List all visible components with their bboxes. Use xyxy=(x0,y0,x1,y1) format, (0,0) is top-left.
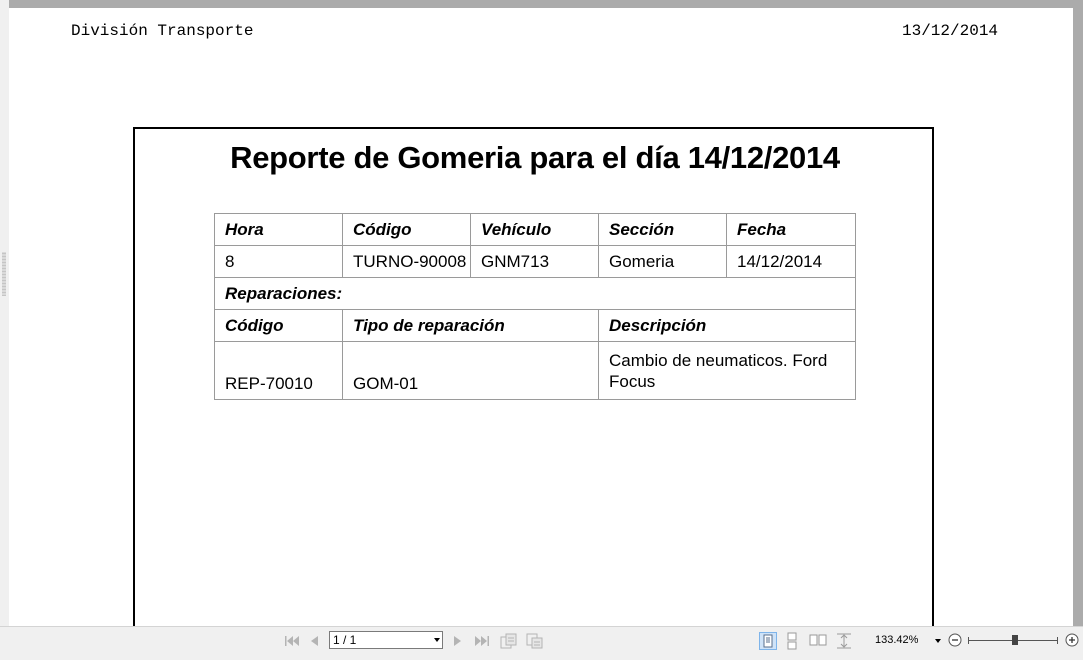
header-fecha: Fecha xyxy=(726,213,856,246)
print-icon[interactable] xyxy=(526,633,543,649)
zoom-slider-thumb[interactable] xyxy=(1012,635,1018,645)
splitter-grip-icon[interactable] xyxy=(2,252,6,296)
repair-header-tipo: Tipo de reparación xyxy=(342,309,599,342)
left-splitter[interactable] xyxy=(0,0,9,626)
continuous-icon[interactable] xyxy=(784,632,802,650)
first-page-icon[interactable] xyxy=(284,634,300,650)
chevron-down-icon xyxy=(434,638,440,642)
zoom-dropdown-icon[interactable] xyxy=(935,639,941,643)
repair-cell-codigo: REP-70010 xyxy=(214,341,343,400)
fit-icon[interactable] xyxy=(835,632,853,650)
repair-header-descripcion: Descripción xyxy=(598,309,856,342)
repair-header-row: Código Tipo de reparación Descripción xyxy=(214,309,856,342)
cell-seccion: Gomeria xyxy=(598,245,727,278)
table-row: 8 TURNO-90008 GNM713 Gomeria 14/12/2014 xyxy=(214,245,856,278)
zoom-out-icon[interactable] xyxy=(948,633,962,647)
section-reparaciones: Reparaciones: xyxy=(214,277,856,310)
table-header-row: Hora Código Vehículo Sección Fecha xyxy=(214,213,856,246)
report-title: Reporte de Gomeria para el día 14/12/201… xyxy=(230,140,840,175)
zoom-slider-tick xyxy=(968,637,969,644)
repair-cell-tipo: GOM-01 xyxy=(342,341,599,400)
zoom-in-icon[interactable] xyxy=(1065,633,1079,647)
page-selector-value: 1 / 1 xyxy=(333,633,357,647)
zoom-level[interactable]: 133.42% xyxy=(875,634,918,646)
page-header-division: División Transporte xyxy=(71,22,254,40)
header-hora: Hora xyxy=(214,213,343,246)
cell-hora: 8 xyxy=(214,245,343,278)
zoom-slider-tick xyxy=(1057,637,1058,644)
header-codigo: Código xyxy=(342,213,471,246)
header-seccion: Sección xyxy=(598,213,727,246)
report-table: Hora Código Vehículo Sección Fecha 8 TUR… xyxy=(214,213,856,400)
repair-cell-descripcion: Cambio de neumaticos. Ford Focus xyxy=(598,341,856,400)
next-page-icon[interactable] xyxy=(452,634,468,650)
page-header-date: 13/12/2014 xyxy=(902,22,999,40)
page-selector[interactable]: 1 / 1 xyxy=(329,631,443,649)
repair-header-codigo: Código xyxy=(214,309,343,342)
last-page-icon[interactable] xyxy=(474,634,490,650)
section-row: Reparaciones: xyxy=(214,277,856,310)
repair-row: REP-70010 GOM-01 Cambio de neumaticos. F… xyxy=(214,341,856,400)
header-vehiculo: Vehículo xyxy=(470,213,599,246)
two-pages-icon[interactable] xyxy=(809,632,827,650)
cell-vehiculo: GNM713 xyxy=(470,245,599,278)
export-icon[interactable] xyxy=(500,633,517,649)
single-page-icon[interactable] xyxy=(759,632,777,650)
previous-page-icon[interactable] xyxy=(308,634,324,650)
cell-codigo: TURNO-90008 xyxy=(342,245,471,278)
cell-fecha: 14/12/2014 xyxy=(726,245,856,278)
